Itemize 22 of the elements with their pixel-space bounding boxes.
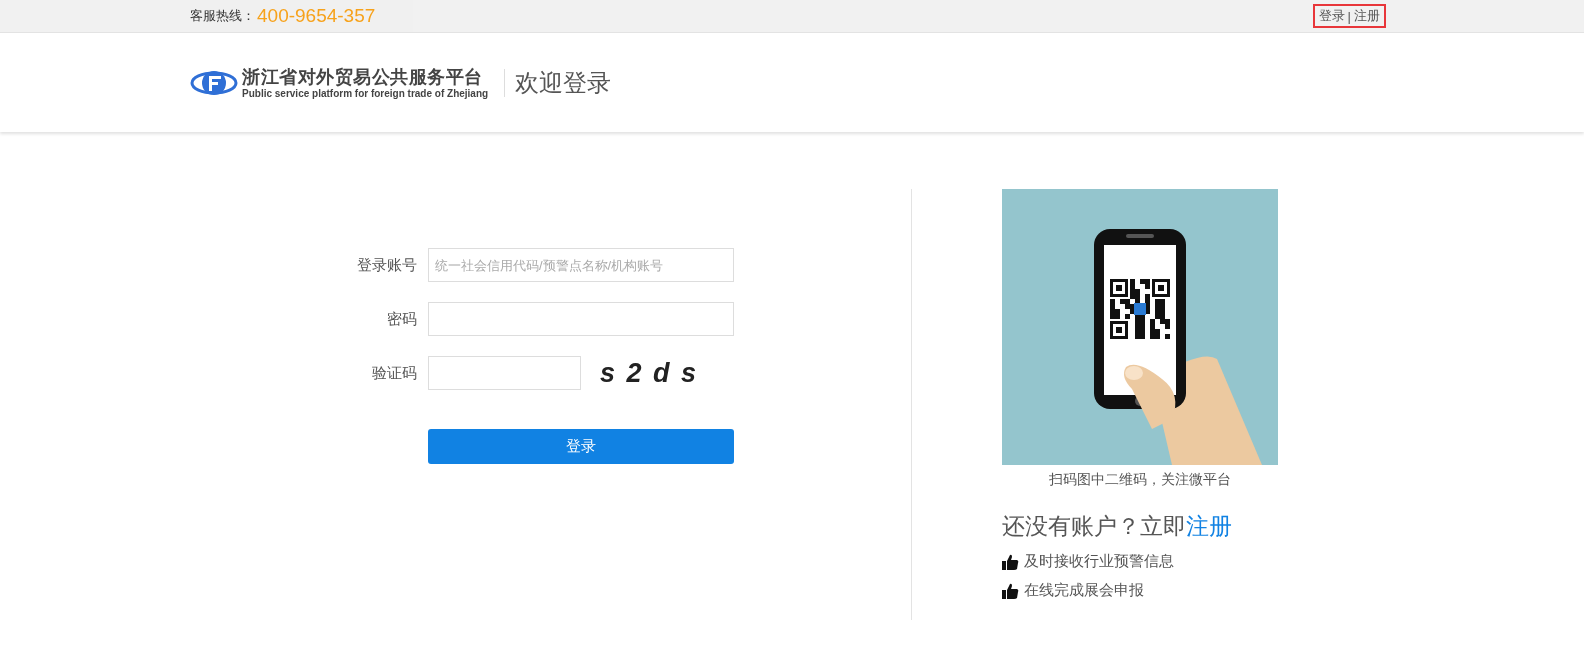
link-separator: | — [1347, 8, 1351, 24]
qr-caption: 扫码图中二维码，关注微平台 — [1048, 471, 1232, 489]
hotline-number: 400-9654-357 — [257, 5, 376, 27]
hotline-label: 客服热线： — [190, 7, 255, 25]
platform-name: 浙江省对外贸易公共服务平台 — [242, 65, 484, 88]
field-label: 登录账号 — [356, 255, 417, 275]
signup-prompt: 还没有账户？立即 — [1002, 513, 1186, 539]
password-input[interactable] — [428, 302, 734, 336]
login-link[interactable]: 登录 — [1318, 7, 1345, 25]
login-button[interactable]: 登录 — [428, 429, 734, 464]
platform-subtitle: Public service platform for foreign trade of Zhejiang — [242, 87, 489, 100]
captcha-input[interactable] — [428, 356, 581, 390]
thumbs-up-icon — [1002, 582, 1019, 599]
benefit-text: 在线完成展会申报 — [1024, 581, 1144, 600]
field-label: 密码 — [386, 309, 417, 329]
field-label: 验证码 — [371, 363, 417, 383]
register-link[interactable]: 注册 — [1354, 7, 1380, 25]
thumbs-up-icon — [1002, 553, 1019, 570]
captcha-image[interactable]: s 2 d s — [600, 357, 699, 389]
page-title: 欢迎登录 — [515, 67, 612, 98]
benefit-text: 及时接收行业预警信息 — [1024, 552, 1174, 571]
register-link[interactable]: 注册 — [1186, 513, 1232, 539]
